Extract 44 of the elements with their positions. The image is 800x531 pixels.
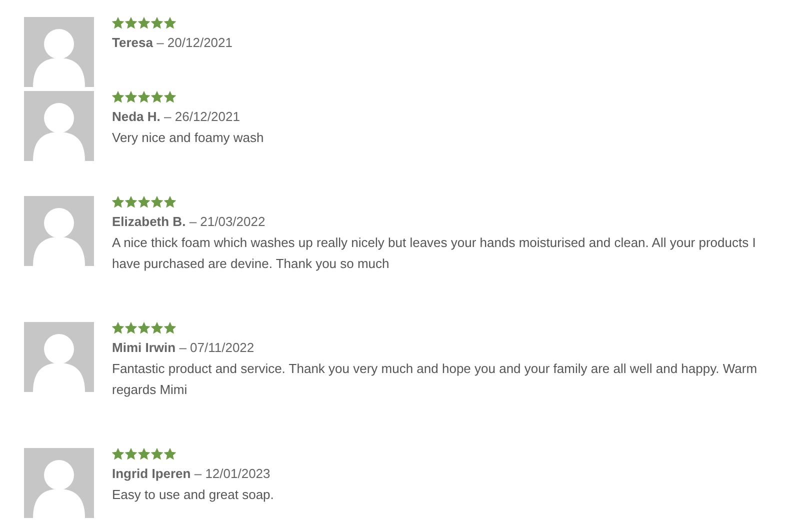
star-icon: [151, 17, 163, 29]
star-icon: [164, 17, 176, 29]
star-icon: [164, 91, 176, 103]
star-icon: [138, 196, 150, 208]
star-icon: [112, 196, 124, 208]
star-icon: [125, 17, 137, 29]
star-icon: [112, 17, 124, 29]
reviewer-name: Neda H.: [112, 109, 160, 124]
star-icon: [151, 196, 163, 208]
star-icon: [138, 91, 150, 103]
star-icon: [138, 322, 150, 334]
star-icon: [151, 448, 163, 460]
star-icon: [151, 322, 163, 334]
star-icon: [125, 322, 137, 334]
avatar-icon: [24, 91, 94, 161]
review-date: – 20/12/2021: [156, 35, 232, 50]
star-icon: [138, 17, 150, 29]
reviewer-name: Teresa: [112, 35, 153, 50]
review-text: Easy to use and great soap.: [112, 486, 274, 504]
star-icon: [112, 448, 124, 460]
review-date: – 21/03/2022: [189, 214, 266, 229]
star-icon: [125, 196, 137, 208]
avatar-icon: [24, 448, 94, 518]
avatar-icon: [24, 17, 94, 87]
review-text: Fantastic product and service. Thank you very much and hope you and your family are all well and happy. Warm regards Mimi: [112, 360, 758, 399]
avatar-icon: [24, 196, 94, 266]
review-text: A nice thick foam which washes up really nicely but leaves your hands moisturised and clean. All your products I have purchased are devine. Thank you so much: [112, 234, 757, 273]
reviewer-name: Elizabeth B.: [112, 214, 186, 229]
star-icon: [151, 91, 163, 103]
star-icon: [164, 196, 176, 208]
reviewer-name: Mimi Irwin: [112, 340, 176, 355]
review-text: Very nice and foamy wash: [112, 129, 264, 147]
review-date: – 07/11/2022: [179, 340, 254, 355]
star-icon: [164, 448, 176, 460]
star-icon: [125, 91, 137, 103]
star-icon: [164, 322, 176, 334]
star-icon: [112, 322, 124, 334]
review-date: – 26/12/2021: [164, 109, 240, 124]
avatar-icon: [24, 322, 94, 392]
star-icon: [125, 448, 137, 460]
reviewer-name: Ingrid Iperen: [112, 466, 191, 481]
star-icon: [138, 448, 150, 460]
star-icon: [112, 91, 124, 103]
review-date: – 12/01/2023: [194, 466, 270, 481]
